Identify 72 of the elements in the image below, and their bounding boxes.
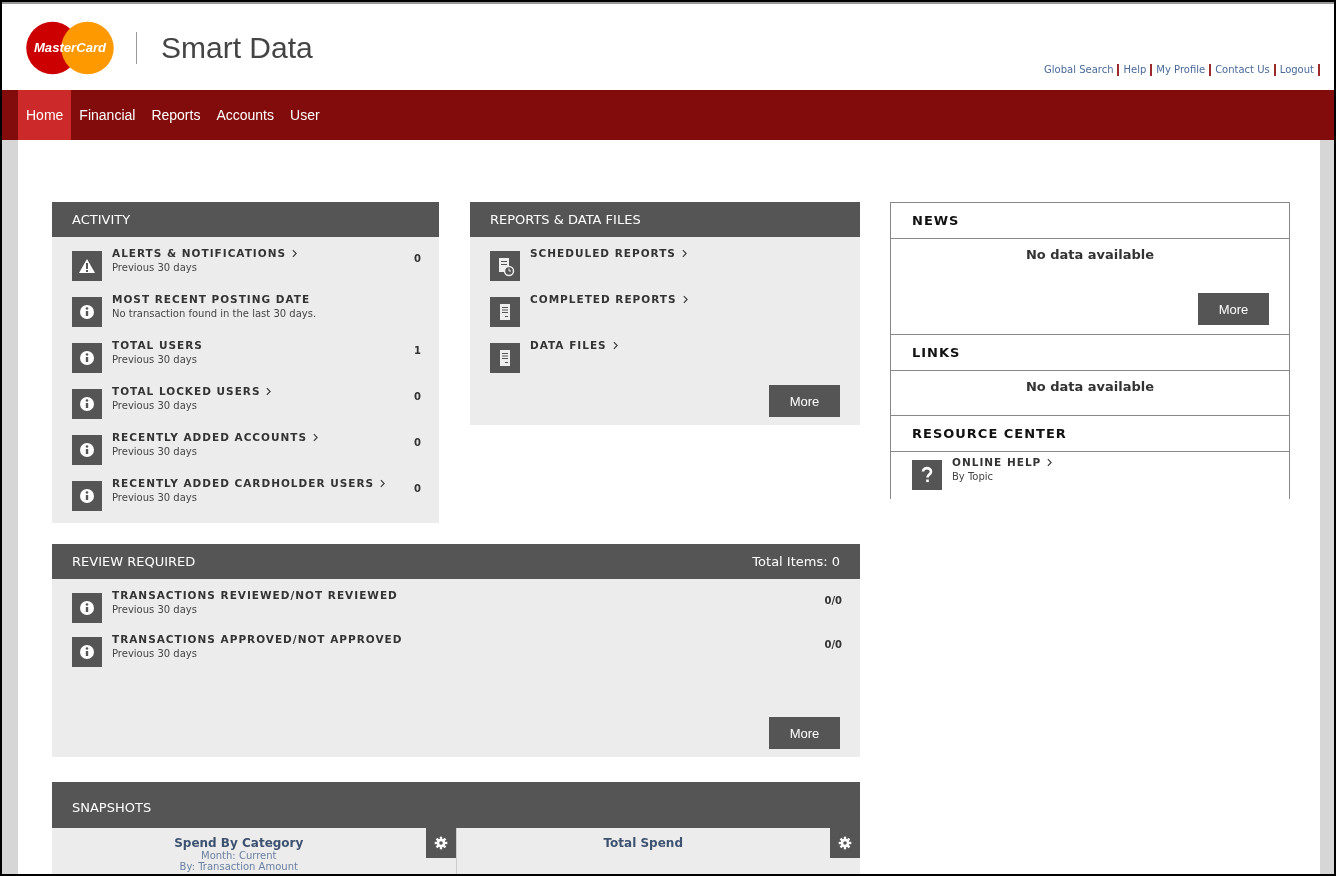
- settings-button[interactable]: [425, 828, 456, 858]
- snapshot-title: Spend By Category: [174, 836, 304, 850]
- item-subtitle: Previous 30 days: [112, 262, 198, 273]
- nav-tab[interactable]: Home: [18, 90, 72, 140]
- item-count: 0: [414, 390, 421, 402]
- item-count: 0/0: [824, 638, 842, 650]
- item-title: TRANSACTIONS APPROVED/NOT APPROVED: [112, 633, 403, 645]
- snapshot-detail: By: Transaction Amount: [179, 861, 298, 872]
- gear-icon: [433, 836, 448, 850]
- item-link[interactable]: TOTAL LOCKED USERS: [112, 385, 261, 397]
- info-icon: [72, 343, 102, 373]
- empty-message: No data available: [1024, 378, 1156, 394]
- item-link[interactable]: RECENTLY ADDED ACCOUNTS: [112, 431, 307, 443]
- section-title: NEWS: [912, 213, 960, 228]
- info-icon: [72, 435, 102, 465]
- info-icon: [72, 389, 102, 419]
- gear-icon: [838, 836, 852, 850]
- header-link[interactable]: Contact Us: [1211, 64, 1276, 76]
- item-link[interactable]: ONLINE HELP: [952, 456, 1042, 468]
- info-icon: [72, 297, 102, 327]
- header-link[interactable]: My Profile: [1152, 64, 1212, 76]
- nav-tab[interactable]: Accounts: [208, 90, 282, 140]
- panel-title: SNAPSHOTS: [72, 799, 152, 815]
- section-title: LINKS: [912, 345, 961, 360]
- document-icon: [490, 297, 520, 327]
- item-subtitle: Previous 30 days: [112, 400, 198, 411]
- header-link[interactable]: Global Search: [1040, 64, 1120, 76]
- item-count: 0/0: [824, 594, 842, 606]
- item-link[interactable]: COMPLETED REPORTS: [530, 293, 677, 305]
- more-button[interactable]: More: [769, 717, 840, 749]
- item-count: 1: [414, 344, 421, 356]
- item-subtitle: Previous 30 days: [112, 604, 198, 615]
- total-items: Total Items: 0: [752, 554, 840, 569]
- more-button[interactable]: More: [769, 385, 840, 417]
- header-link[interactable]: Help: [1119, 64, 1153, 76]
- item-subtitle: Previous 30 days: [112, 492, 198, 503]
- info-icon: [72, 593, 102, 623]
- nav-tab[interactable]: Reports: [143, 90, 209, 140]
- panel-title: ACTIVITY: [72, 212, 131, 227]
- item-link[interactable]: SCHEDULED REPORTS: [530, 247, 676, 259]
- item-count: 0: [414, 482, 421, 494]
- snapshot-title: Total Spend: [603, 836, 683, 850]
- item-title: TOTAL USERS: [112, 339, 203, 351]
- item-count: 0: [414, 252, 421, 264]
- help-icon: [912, 460, 942, 490]
- empty-message: No data available: [1024, 246, 1156, 262]
- info-icon: [72, 481, 102, 511]
- item-title: MOST RECENT POSTING DATE: [112, 293, 311, 305]
- header-link[interactable]: Logout: [1275, 64, 1320, 76]
- nav-tab[interactable]: Financial: [71, 90, 144, 140]
- section-title: RESOURCE CENTER: [912, 426, 1067, 441]
- app-title: Smart Data: [161, 31, 313, 65]
- warning-icon: [72, 251, 102, 281]
- document-icon: [490, 343, 520, 373]
- item-subtitle: Previous 30 days: [112, 446, 198, 457]
- item-title: TRANSACTIONS REVIEWED/NOT REVIEWED: [112, 589, 398, 601]
- item-subtitle: Previous 30 days: [112, 648, 198, 659]
- item-link[interactable]: ALERTS & NOTIFICATIONS: [112, 247, 287, 259]
- report-clock-icon: [490, 251, 520, 281]
- panel-title: REPORTS & DATA FILES: [490, 212, 641, 227]
- settings-button[interactable]: [830, 828, 860, 858]
- snapshot-detail: Month: Current: [201, 850, 277, 861]
- more-button[interactable]: More: [1198, 293, 1269, 325]
- nav-tab[interactable]: User: [282, 90, 328, 140]
- item-subtitle: Previous 30 days: [112, 354, 198, 365]
- item-link[interactable]: DATA FILES: [530, 339, 607, 351]
- item-link[interactable]: RECENTLY ADDED CARDHOLDER USERS: [112, 477, 375, 489]
- item-count: 0: [414, 436, 421, 448]
- info-icon: [72, 637, 102, 667]
- item-subtitle: By Topic: [952, 471, 995, 482]
- item-subtitle: No transaction found in the last 30 days.: [112, 308, 318, 319]
- panel-title: REVIEW REQUIRED: [72, 554, 196, 569]
